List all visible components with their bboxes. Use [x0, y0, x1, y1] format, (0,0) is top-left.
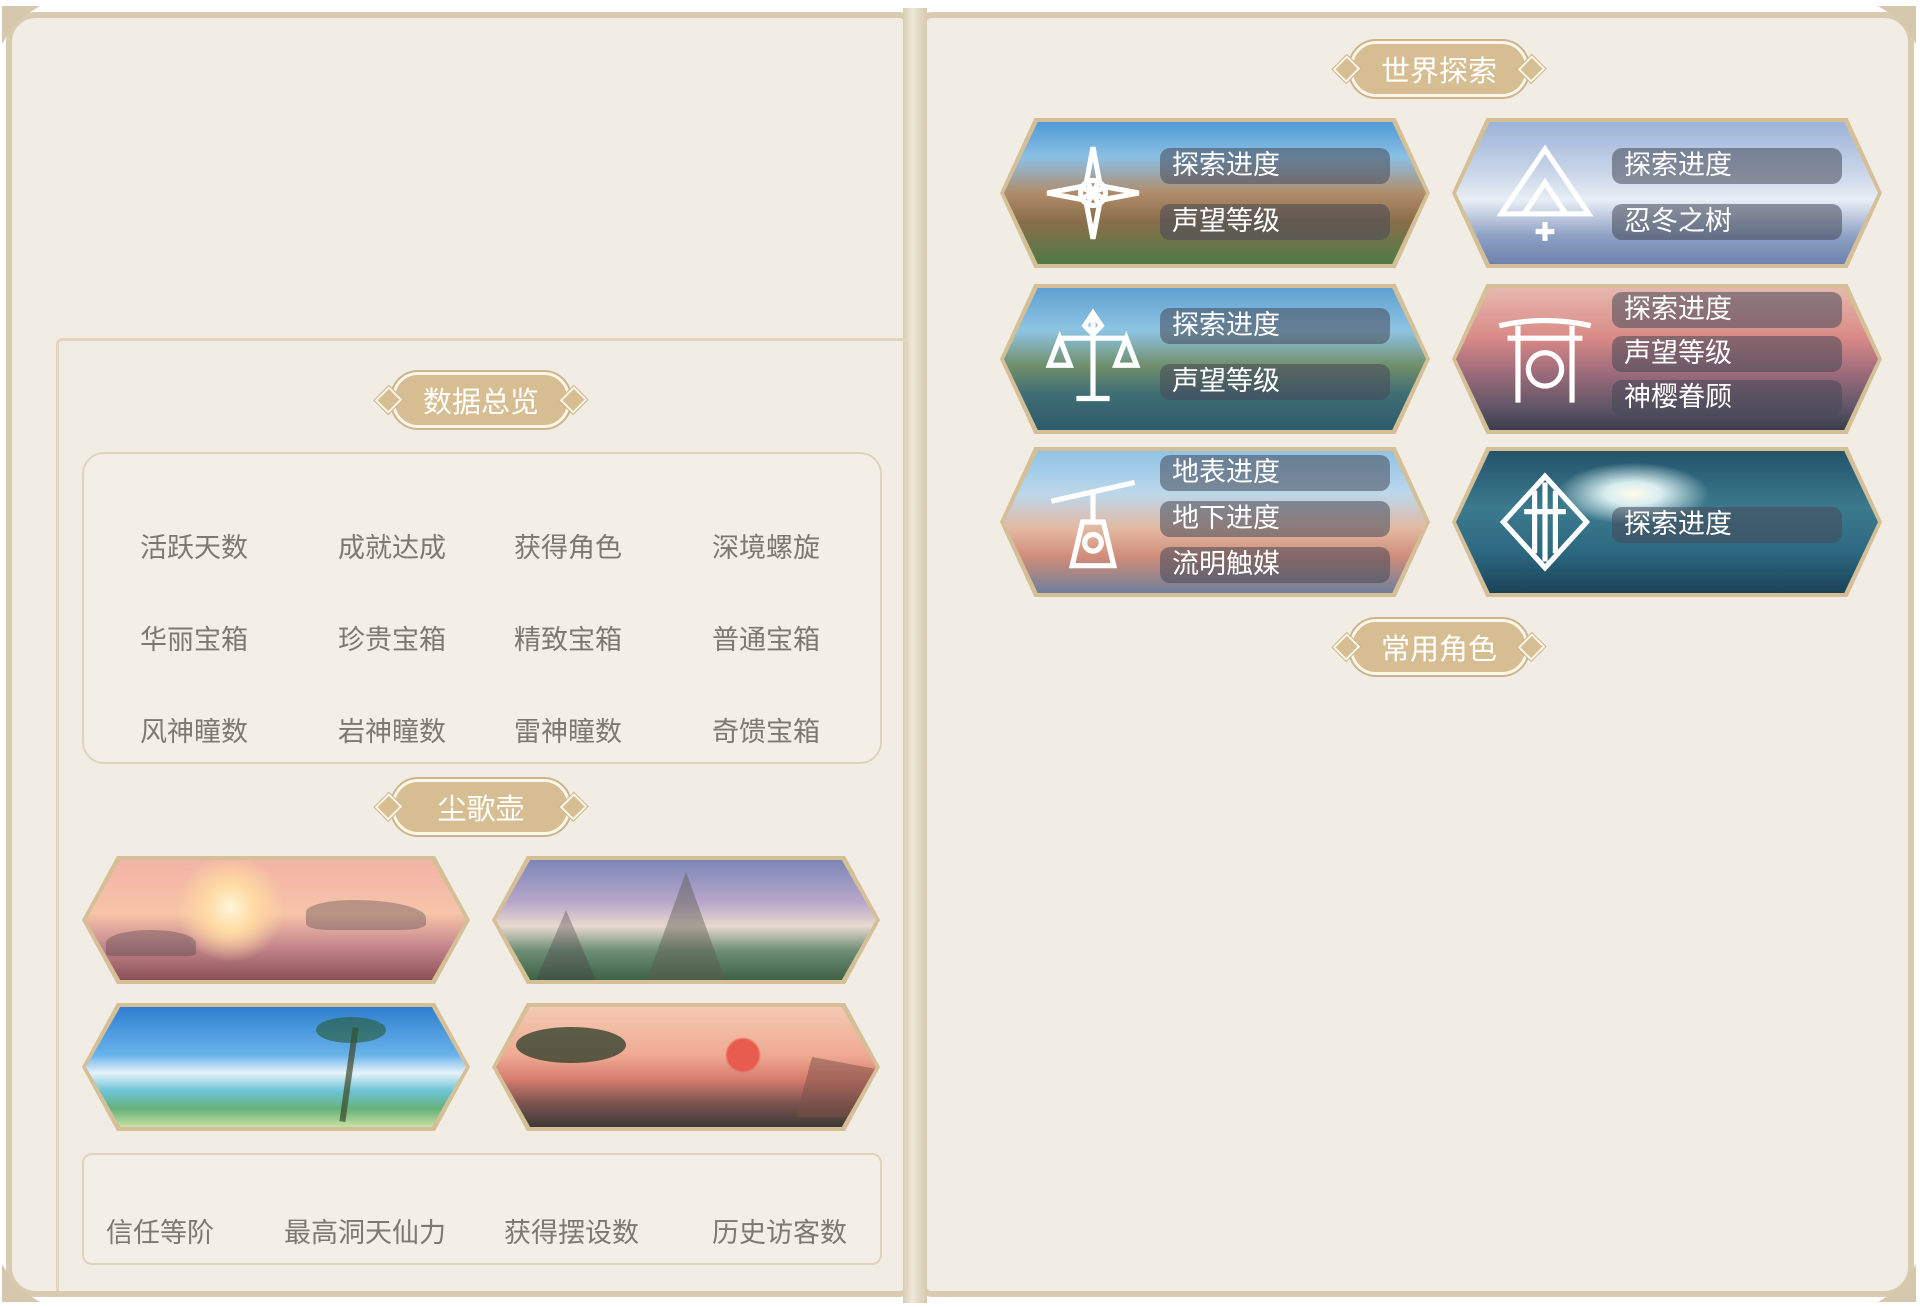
stat-characters: 获得角色 — [514, 533, 622, 564]
stat-trust-rank: 信任等阶 — [106, 1218, 214, 1249]
region-label: 忍冬之树 — [1612, 204, 1842, 240]
teapot-realm-card[interactable] — [492, 1003, 880, 1131]
region-card-mondstadt[interactable]: 探索进度 声望等级 — [1000, 118, 1430, 268]
stat-precious-chests: 珍贵宝箱 — [338, 625, 446, 656]
region-card-chasm[interactable]: 地表进度 地下进度 流明触媒 — [1000, 447, 1430, 597]
region-label: 探索进度 — [1160, 148, 1390, 184]
characters-section-title: 常用角色 — [1332, 619, 1546, 675]
teapot-realm-card[interactable] — [492, 856, 880, 984]
region-label: 探索进度 — [1612, 148, 1842, 184]
region-label: 神樱眷顾 — [1612, 380, 1842, 416]
overview-stats-box: 活跃天数 成就达成 获得角色 深境螺旋 华丽宝箱 珍贵宝箱 精致宝箱 普通宝箱 … — [82, 452, 882, 764]
stat-luxurious-chests: 华丽宝箱 — [140, 625, 248, 656]
realm-tropical-beach-image — [86, 1007, 466, 1127]
stat-spiral-abyss: 深境螺旋 — [712, 533, 820, 564]
stat-remarkable-chests: 奇馈宝箱 — [712, 717, 820, 748]
teapot-stats-box: 信任等阶 最高洞天仙力 获得摆设数 历史访客数 — [82, 1153, 882, 1265]
inazuma-emblem-icon — [1490, 304, 1600, 414]
region-label: 探索进度 — [1612, 507, 1842, 543]
region-label: 声望等级 — [1160, 364, 1390, 400]
region-card-enkanomiya[interactable]: 探索进度 — [1452, 447, 1882, 597]
region-card-liyue[interactable]: 探索进度 声望等级 — [1000, 284, 1430, 434]
stat-active-days: 活跃天数 — [140, 533, 248, 564]
mondstadt-emblem-icon — [1038, 138, 1148, 248]
realm-sunset-isles-image — [86, 860, 466, 980]
book: 数据总览 活跃天数 成就达成 获得角色 深境螺旋 华丽宝箱 珍贵宝箱 精致宝箱 … — [0, 0, 1920, 1307]
stat-geoculus: 岩神瞳数 — [338, 717, 446, 748]
region-card-dragonspine[interactable]: 探索进度 忍冬之树 — [1452, 118, 1882, 268]
stat-adeptal-energy: 最高洞天仙力 — [284, 1218, 446, 1249]
world-section-title: 世界探索 — [1332, 41, 1546, 97]
realm-mountain-peaks-image — [496, 860, 876, 980]
region-label: 探索进度 — [1160, 308, 1390, 344]
region-label: 地下进度 — [1160, 501, 1390, 537]
region-label: 探索进度 — [1612, 292, 1842, 328]
region-card-inazuma[interactable]: 探索进度 声望等级 神樱眷顾 — [1452, 284, 1882, 434]
world-title-label: 世界探索 — [1349, 41, 1528, 97]
liyue-emblem-icon — [1038, 304, 1148, 414]
region-label: 流明触媒 — [1160, 547, 1390, 583]
stat-visitors: 历史访客数 — [712, 1218, 847, 1249]
teapot-realm-card[interactable] — [82, 856, 470, 984]
stat-furnishings: 获得摆设数 — [504, 1218, 639, 1249]
teapot-realm-card[interactable] — [82, 1003, 470, 1131]
region-label: 声望等级 — [1612, 336, 1842, 372]
chasm-emblem-icon — [1038, 467, 1148, 577]
stat-exquisite-chests: 精致宝箱 — [514, 625, 622, 656]
stat-common-chests: 普通宝箱 — [712, 625, 820, 656]
characters-title-label: 常用角色 — [1349, 619, 1528, 675]
enkanomiya-emblem-icon — [1490, 467, 1600, 577]
region-label: 声望等级 — [1160, 204, 1390, 240]
teapot-title-label: 尘歌壶 — [392, 779, 570, 835]
overview-section-title: 数据总览 — [374, 372, 588, 428]
dragonspine-emblem-icon — [1490, 138, 1600, 248]
overview-title-label: 数据总览 — [391, 372, 570, 428]
stat-anemoculus: 风神瞳数 — [140, 717, 248, 748]
teapot-section-title: 尘歌壶 — [374, 779, 588, 835]
stat-achievements: 成就达成 — [338, 533, 446, 564]
stat-electroculus: 雷神瞳数 — [514, 717, 622, 748]
realm-pine-cliffs-image — [496, 1007, 876, 1127]
region-label: 地表进度 — [1160, 455, 1390, 491]
